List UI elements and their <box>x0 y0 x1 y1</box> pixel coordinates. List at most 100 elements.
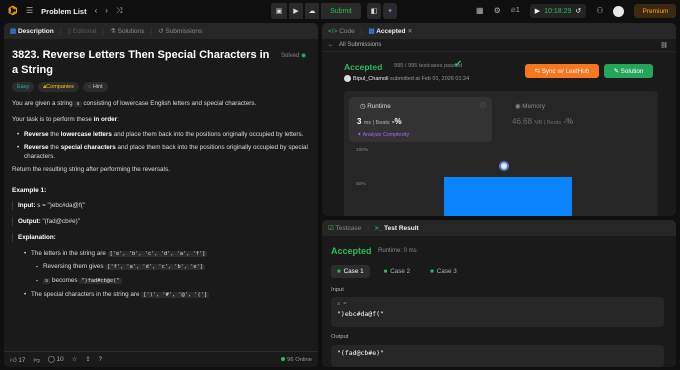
solved-badge: Solved ◉ <box>281 53 307 59</box>
input-value: ")ebc#da@f(" <box>337 310 384 318</box>
description-panel: ▤ Description | ▯ Editorial | ⚗ Solution… <box>4 23 318 367</box>
timer-value: 10:18:29 <box>544 7 572 15</box>
timer[interactable]: ▶ 10:18:29 ↺ <box>529 4 587 18</box>
problem-title[interactable]: 3823. Reverse Letters Then Special Chara… <box>12 48 277 78</box>
dislike-icon[interactable]: 👎︎ <box>33 356 39 364</box>
avatar[interactable] <box>613 5 625 17</box>
help-icon[interactable]: ? <box>99 356 103 363</box>
link-icon[interactable]: ⛓︎ <box>660 42 668 49</box>
comment-icon: ◯ <box>47 356 55 363</box>
shuffle-icon[interactable]: ⤨ <box>116 6 122 16</box>
description-p2: Your task is to perform these in order: <box>12 116 119 123</box>
test-result-status: Accepted <box>331 246 372 256</box>
info-icon: ⓘ <box>479 104 486 110</box>
sync-icon: ⇆ <box>534 67 542 75</box>
test-runtime: Runtime: 0 ms <box>378 248 417 254</box>
explanation-subitem: Reversing them gives ['f', 'a', 'd', 'c'… <box>36 262 310 272</box>
companies-tag[interactable]: 🔒︎Companies <box>38 82 79 92</box>
output-box: "(fad@cb#e)" <box>331 345 664 367</box>
edit-icon: ✎ <box>613 67 621 75</box>
case-3-tab[interactable]: ■ Case 3 <box>424 265 463 278</box>
author-avatar <box>344 75 351 82</box>
share-icon[interactable]: ⇪ <box>85 356 90 363</box>
description-p1: You are given a string s consisting of l… <box>12 100 257 107</box>
top-bar: ⌬ ☰ Problem List ‹ › ⤨ ▣ ▶ ☁ Submit ◧ ✦ … <box>0 0 680 22</box>
runtime-distribution-bar[interactable] <box>444 177 572 216</box>
notes-icon[interactable]: ◧ <box>367 3 381 19</box>
difficulty-badge: Easy <box>12 82 35 92</box>
case-check-icon: ■ <box>430 268 434 275</box>
list-icon[interactable]: ☰ <box>26 6 33 16</box>
ai-sparkle-icon[interactable]: ✦ <box>383 3 397 19</box>
debug-icon[interactable]: ▣ <box>271 3 287 19</box>
tab-solutions[interactable]: ⚗ Solutions <box>110 27 144 35</box>
tab-test-result[interactable]: >_ Test Result <box>375 225 419 232</box>
tab-submissions[interactable]: ↺ Submissions <box>158 27 202 35</box>
solution-button[interactable]: ✎ Solution <box>604 64 653 78</box>
example-input: Input: s = ")ebc#da@f(" <box>12 201 310 210</box>
close-tab-icon: ✕ <box>407 28 413 35</box>
thumbs-up-icon: 👍︎ <box>10 356 17 364</box>
submission-time: submitted at Feb 01, 2026 01:24 <box>388 75 470 82</box>
case-check-icon: ■ <box>337 268 341 275</box>
case-1-tab[interactable]: ■ Case 1 <box>331 265 370 278</box>
run-button[interactable]: ▶ <box>289 3 303 19</box>
solutions-icon: ⚗ <box>110 28 118 35</box>
settings-icon[interactable]: ⚙ <box>494 6 501 16</box>
hint-tag[interactable]: ◌ Hint <box>83 82 108 92</box>
sync-leethub-button[interactable]: ⇆ Sync w/ LeetHub <box>525 64 599 78</box>
output-value: "(fad@cb#e)" <box>337 349 384 357</box>
description-footer: 👍︎ 17 👎︎ ◯ 10 ☆ ⇪ ? 96 Online <box>4 351 318 367</box>
timer-reset-icon: ↺ <box>575 8 582 15</box>
description-p3: Return the resulting string after perfor… <box>12 166 170 173</box>
checkbox-icon: ☑ <box>328 225 334 232</box>
example-explanation: Explanation: <box>12 233 310 242</box>
tab-code[interactable]: </> Code <box>328 28 355 35</box>
leetcode-logo[interactable]: ⌬ <box>8 5 18 17</box>
explanation-item: The letters in the string are ['e', 'b',… <box>24 249 310 286</box>
problem-list-link[interactable]: Problem List <box>41 7 86 16</box>
submit-button[interactable]: Submit <box>321 3 361 19</box>
streak-counter[interactable]: 🔥︎1 <box>511 6 520 16</box>
runtime-card[interactable]: ◷ Runtime ⓘ 3 ms | Beats -% ✦ Analyze Co… <box>349 97 492 142</box>
author-name: Bipul_Chamoli <box>353 75 389 82</box>
rule-2: Reverse the special characters and place… <box>17 143 310 161</box>
star-icon[interactable]: ☆ <box>72 356 78 363</box>
description-icon: ▤ <box>10 28 18 35</box>
next-problem-icon[interactable]: › <box>105 6 108 16</box>
memory-card[interactable]: ◉ Memory 46.68 MB | Beats -% <box>504 97 644 142</box>
input-box: s = ")ebc#da@f(" <box>331 297 664 327</box>
hint-icon: ◌ <box>88 84 92 90</box>
tab-description[interactable]: ▤ Description <box>10 27 54 35</box>
submission-panel: </> Code | ▤ Accepted ✕ ← All Submission… <box>322 23 676 216</box>
runtime-value: 3 ms | Beats -% <box>357 117 402 126</box>
rule-1: Reverse the lowercase letters and place … <box>17 130 310 139</box>
all-submissions-link[interactable]: All Submissions <box>339 42 381 48</box>
y-tick-label: 100% <box>356 148 369 153</box>
check-icon: ✔ <box>454 59 463 70</box>
tab-editorial[interactable]: ▯ Editorial <box>67 27 96 35</box>
prev-problem-icon[interactable]: ‹ <box>95 6 98 16</box>
example-title: Example 1: <box>12 187 47 194</box>
memory-value: 46.68 MB | Beats -% <box>512 117 574 126</box>
streak-count: 1 <box>515 7 520 14</box>
layout-icon[interactable]: ▦ <box>476 6 484 16</box>
stats-card: ◷ Runtime ⓘ 3 ms | Beats -% ✦ Analyze Co… <box>344 91 658 216</box>
premium-button[interactable]: Premium <box>634 4 677 18</box>
submit-cloud-icon[interactable]: ☁ <box>305 3 319 19</box>
example-output: Output: "(fad@cb#e)" <box>12 217 310 226</box>
user-position-marker[interactable] <box>499 161 509 171</box>
code-icon: </> <box>328 27 338 35</box>
comments-button[interactable]: ◯ 10 <box>48 356 64 363</box>
back-arrow-icon[interactable]: ← <box>328 42 334 48</box>
explanation-subitem: s becomes ")fad#cb@e(" <box>36 276 310 286</box>
add-user-icon[interactable]: ⚇ <box>596 6 603 16</box>
analyze-complexity-link[interactable]: ✦ Analyze Complexity <box>357 132 409 138</box>
case-2-tab[interactable]: ■ Case 2 <box>378 265 417 278</box>
like-button[interactable]: 👍︎ 17 <box>10 356 25 364</box>
memory-label: ◉ Memory <box>515 103 545 110</box>
runtime-label: ◷ Runtime <box>360 103 391 110</box>
tab-accepted[interactable]: ▤ Accepted ✕ <box>368 27 412 35</box>
case-check-icon: ■ <box>383 268 388 275</box>
tab-testcase[interactable]: ☑ Testcase <box>328 224 361 232</box>
